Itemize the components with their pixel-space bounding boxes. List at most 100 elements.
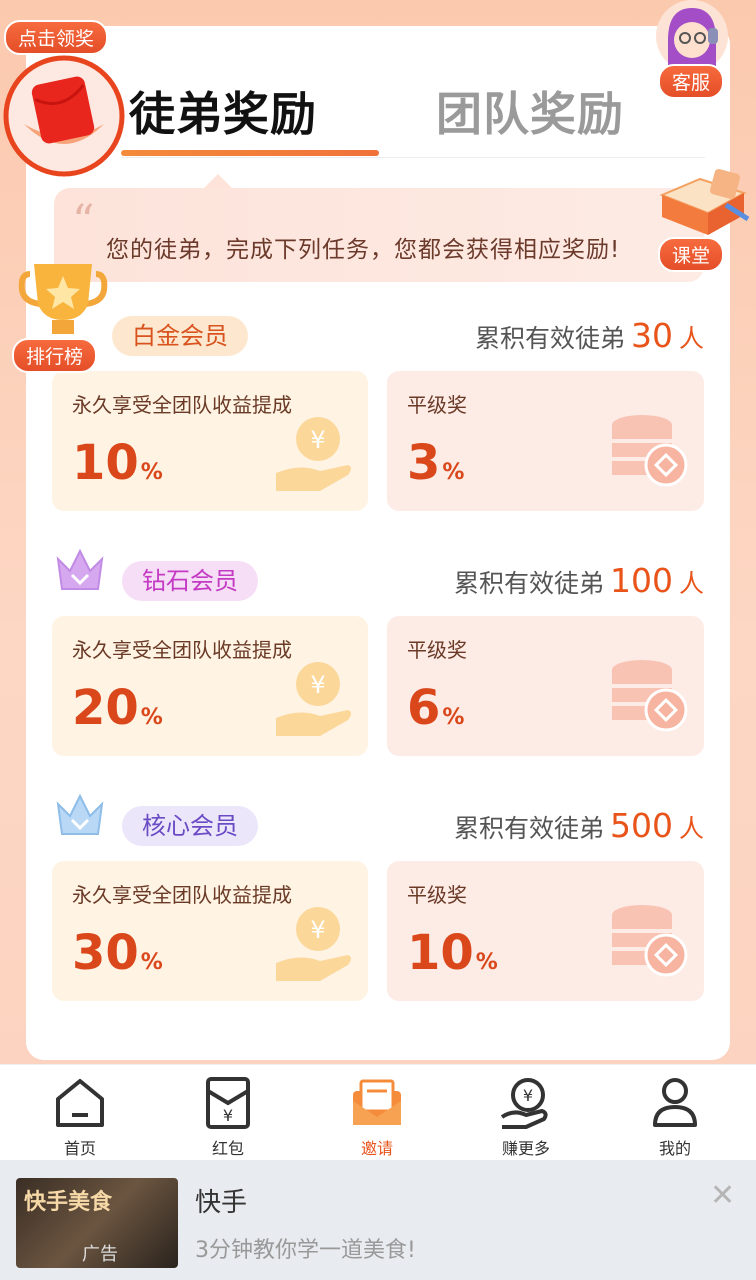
nav-label: 我的 [658,1139,691,1158]
tab-divider [121,157,705,158]
peer-bonus-card: 平级奖 6% [387,616,704,756]
svg-text:¥: ¥ [223,1106,233,1125]
quote-icon: “ [72,196,95,247]
team-commission-card: 永久享受全团队收益提成 30% ¥ [52,861,368,1001]
peer-bonus-value: 10% [407,925,498,981]
commission-number: 20 [72,680,139,736]
tier-badge: 钻石会员 [122,561,258,601]
coin-stack-icon [612,660,688,732]
classroom-label: 课堂 [658,237,725,272]
reward-tabs: 徒弟奖励 团队奖励 [26,26,730,158]
peer-bonus-value: 3% [407,435,464,491]
nav-item-profile[interactable]: 我的 [615,1065,735,1161]
percent-unit: % [475,950,498,975]
percent-unit: % [140,460,163,485]
nav-item-home[interactable]: 首页 [20,1065,140,1161]
crown-icon [56,793,104,835]
peer-bonus-label: 平级奖 [407,393,467,417]
active-tab-indicator [121,150,379,156]
requirement-label: 累积有效徒弟 [474,324,625,353]
peer-bonus-card: 平级奖 3% [387,371,704,511]
nav-label: 赚更多 [501,1139,550,1158]
commission-label: 永久享受全团队收益提成 [72,393,292,417]
ad-tag: 广告 [82,1244,118,1265]
trophy-icon [18,264,108,334]
percent-unit: % [442,705,465,730]
requirement-unit: 人 [678,324,704,353]
profile-icon [653,1078,697,1127]
svg-text:¥: ¥ [523,1086,533,1105]
tier-section-diamond: 钻石会员 累积有效徒弟 100 人 永久享受全团队收益提成 20% ¥ 平级奖 6% [52,548,704,761]
tier-requirement: 累积有效徒弟 30 人 [475,316,704,355]
ad-title[interactable]: 快手 [195,1182,247,1219]
ad-description: 3分钟教你学一道美食! [195,1238,416,1263]
book-icon [659,168,750,235]
team-commission-card: 永久享受全团队收益提成 20% ¥ [52,616,368,756]
peer-bonus-card: 平级奖 10% [387,861,704,1001]
commission-value: 20% [72,680,163,736]
requirement-count: 500 [609,806,673,845]
svg-text:¥: ¥ [310,671,325,699]
peer-bonus-label: 平级奖 [407,883,467,907]
ad-thumbnail[interactable]: 快手美食 广告 [16,1178,178,1268]
customer-service-label: 客服 [658,64,725,99]
requirement-label: 累积有效徒弟 [453,569,604,598]
nav-label: 首页 [63,1139,96,1158]
claim-reward-button[interactable]: 点击领奖 [2,20,126,190]
commission-number: 30 [72,925,139,981]
svg-text:¥: ¥ [310,916,325,944]
ad-banner[interactable]: 快手美食 广告 快手 3分钟教你学一道美食! ✕ [0,1160,756,1280]
commission-label: 永久享受全团队收益提成 [72,883,292,907]
tier-badge: 核心会员 [122,806,258,846]
ranking-button[interactable]: 排行榜 [12,258,112,373]
requirement-label: 累积有效徒弟 [453,814,604,843]
classroom-button[interactable]: 课堂 [652,165,752,272]
coin-hand-icon: ¥ [276,662,351,736]
invite-icon [353,1079,401,1125]
earn-more-icon: ¥ [500,1078,548,1129]
notice-text: 您的徒弟，完成下列任务，您都会获得相应奖励! [106,237,621,263]
requirement-unit: 人 [678,569,704,598]
peer-bonus-number: 6 [407,680,441,736]
team-commission-card: 永久享受全团队收益提成 10% ¥ [52,371,368,511]
commission-label: 永久享受全团队收益提成 [72,638,292,662]
close-icon[interactable]: ✕ [710,1178,735,1213]
nav-item-invite[interactable]: 邀请 [317,1065,437,1161]
claim-reward-label: 点击领奖 [4,20,109,55]
main-card: 徒弟奖励 团队奖励 “ 您的徒弟，完成下列任务，您都会获得相应奖励! 白金会员 … [26,26,730,1060]
coin-hand-icon: ¥ [276,907,351,981]
tier-requirement: 累积有效徒弟 100 人 [454,561,704,600]
tab-team-rewards[interactable]: 团队奖励 [436,78,624,144]
requirement-unit: 人 [678,814,704,843]
nav-item-red-envelope[interactable]: ¥ 红包 [168,1065,288,1161]
peer-bonus-number: 10 [407,925,474,981]
notice-banner: “ 您的徒弟，完成下列任务，您都会获得相应奖励! [54,174,704,282]
percent-unit: % [442,460,465,485]
home-icon [56,1079,104,1127]
tier-requirement: 累积有效徒弟 500 人 [454,806,704,845]
requirement-count: 30 [630,316,673,355]
bottom-nav: 首页 ¥ 红包 邀请 ¥ 赚更多 我的 [0,1064,756,1160]
percent-unit: % [140,950,163,975]
coin-stack-icon [612,415,688,487]
commission-number: 10 [72,435,139,491]
red-envelope-icon: ¥ [206,1077,250,1129]
tier-section-core: 核心会员 累积有效徒弟 500 人 永久享受全团队收益提成 30% ¥ 平级奖 10… [52,793,704,1006]
coin-hand-icon: ¥ [276,417,351,491]
percent-unit: % [140,705,163,730]
peer-bonus-value: 6% [407,680,464,736]
nav-item-earn-more[interactable]: ¥ 赚更多 [466,1065,586,1161]
tier-badge: 白金会员 [112,316,248,356]
ranking-label: 排行榜 [12,338,98,373]
crown-icon [56,548,104,590]
tab-apprentice-rewards[interactable]: 徒弟奖励 [129,78,317,144]
requirement-count: 100 [609,561,673,600]
tier-section-platinum: 白金会员 累积有效徒弟 30 人 永久享受全团队收益提成 10% ¥ 平级奖 3% [52,316,704,516]
svg-text:¥: ¥ [310,426,325,454]
commission-value: 10% [72,435,163,491]
commission-value: 30% [72,925,163,981]
customer-service-button[interactable]: 客服 [650,0,734,100]
nav-label: 邀请 [360,1139,393,1158]
peer-bonus-label: 平级奖 [407,638,467,662]
peer-bonus-number: 3 [407,435,441,491]
